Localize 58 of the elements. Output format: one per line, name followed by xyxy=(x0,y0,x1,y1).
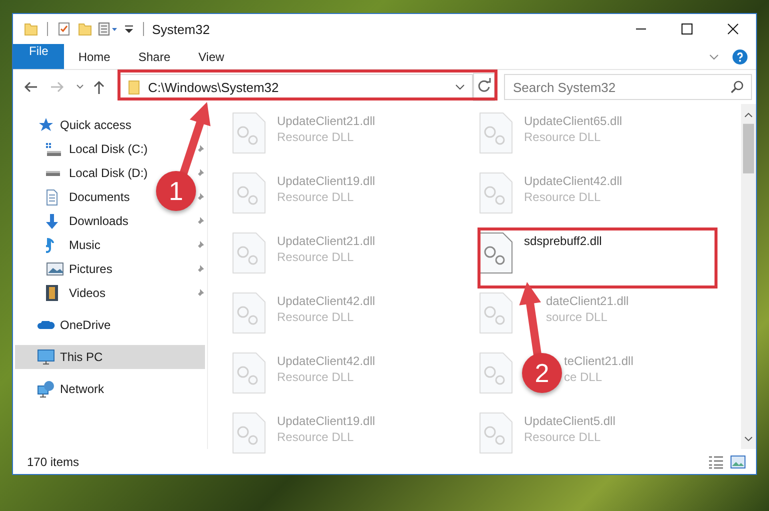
sidebar-item[interactable]: Quick access xyxy=(60,118,132,132)
folder-icon[interactable] xyxy=(77,21,93,37)
file-type: Resource DLL xyxy=(277,430,355,444)
cloud-icon xyxy=(37,321,55,329)
details-view-icon[interactable] xyxy=(708,454,724,470)
sidebar-item[interactable]: Local Disk (C:) xyxy=(69,142,148,156)
item-count: 170 items xyxy=(27,454,80,468)
film-icon xyxy=(46,285,58,301)
up-icon[interactable] xyxy=(91,79,107,95)
sidebar-item[interactable]: Music xyxy=(69,238,100,252)
file-type: ce DLL xyxy=(564,370,604,384)
picture-icon xyxy=(46,260,64,278)
large-icons-view-icon[interactable] xyxy=(730,454,746,470)
file-menu-tab[interactable]: File xyxy=(13,44,64,69)
sidebar-item[interactable]: Downloads xyxy=(69,214,128,228)
window-title: System32 xyxy=(152,22,210,36)
gear-file-icon[interactable] xyxy=(479,232,513,274)
sidebar-item[interactable]: Local Disk (D:) xyxy=(69,166,148,180)
document-icon xyxy=(46,188,58,206)
address-path: C:\Windows\System32 xyxy=(148,80,280,94)
checklist-icon[interactable] xyxy=(56,21,72,37)
ribbon-tab[interactable]: View xyxy=(184,44,238,69)
drive-icon xyxy=(46,170,60,176)
folder-icon xyxy=(126,79,142,95)
dropdown-icon[interactable] xyxy=(123,23,135,35)
back-icon[interactable] xyxy=(23,79,39,95)
sidebar-item[interactable]: Pictures xyxy=(69,262,112,276)
properties-icon[interactable] xyxy=(98,21,118,37)
file-name[interactable]: sdsprebuff2.dll xyxy=(524,234,602,248)
file-type: Resource DLL xyxy=(524,190,602,204)
sidebar-item[interactable]: This PC xyxy=(15,345,205,369)
monitor-icon xyxy=(37,348,55,366)
network-icon xyxy=(37,380,55,398)
sidebar-item[interactable]: Documents xyxy=(69,190,130,204)
sidebar-item[interactable]: Videos xyxy=(69,286,106,300)
help-icon[interactable] xyxy=(732,48,748,64)
music-note-icon xyxy=(46,238,55,252)
file-type: Resource DLL xyxy=(277,190,355,204)
file-type: source DLL xyxy=(546,310,608,324)
search-field[interactable]: Search System32 xyxy=(504,74,752,100)
folder-icon[interactable] xyxy=(23,21,39,37)
drive-icon xyxy=(46,142,61,156)
file-type: Resource DLL xyxy=(277,250,355,264)
star-icon xyxy=(37,116,55,134)
file-type: Resource DLL xyxy=(277,130,355,144)
ribbon-tab[interactable]: Home xyxy=(64,44,124,69)
sidebar-item[interactable]: Network xyxy=(60,382,104,396)
address-field[interactable]: C:\Windows\System32 xyxy=(119,74,473,100)
file-type: Resource DLL xyxy=(524,430,602,444)
refresh-button[interactable] xyxy=(473,73,495,101)
ribbon-tab[interactable]: Share xyxy=(124,44,184,69)
down-arrow-icon xyxy=(46,214,58,228)
forward-icon[interactable] xyxy=(49,79,65,95)
file-type: Resource DLL xyxy=(524,130,602,144)
file-type: Resource DLL xyxy=(277,310,355,324)
scrollbar[interactable] xyxy=(741,104,756,449)
file-type: Resource DLL xyxy=(277,370,355,384)
sidebar-item[interactable]: OneDrive xyxy=(60,318,111,332)
